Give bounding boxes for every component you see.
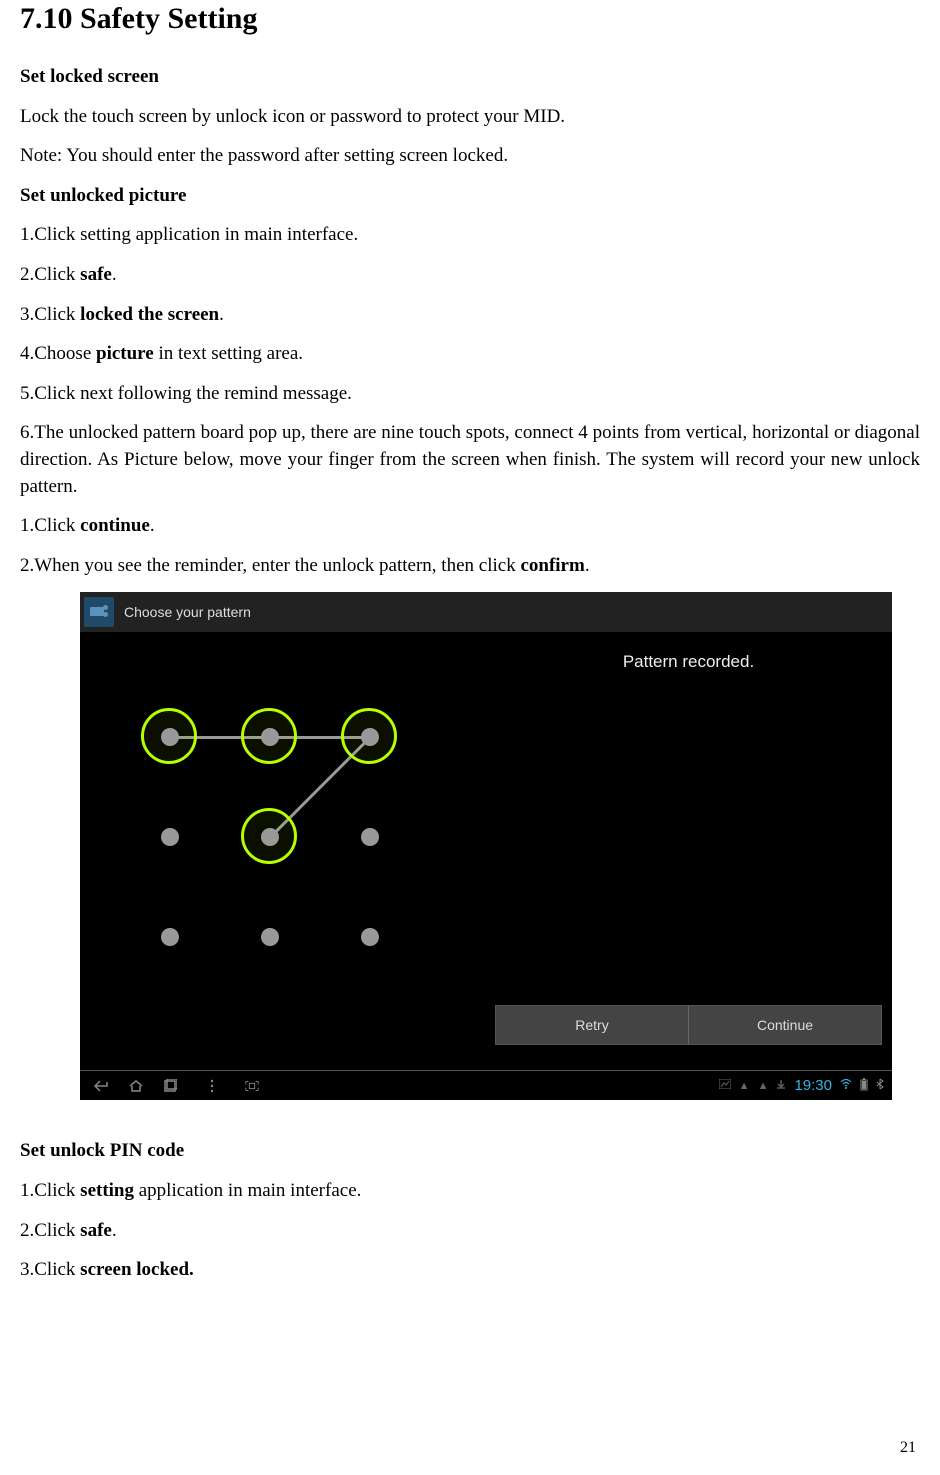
sup-step5: 5.Click next following the remind messag…	[20, 381, 920, 408]
sup-step1: 1.Click setting application in main inte…	[20, 222, 920, 249]
sup-cont1-post: .	[150, 515, 155, 536]
wifi-icon	[840, 1079, 852, 1092]
battery-icon	[860, 1078, 868, 1094]
status-time: 19:30	[794, 1077, 832, 1094]
sup-step2-post: .	[112, 264, 117, 285]
screenshot-body: Pattern recorded. Retry Continue	[80, 632, 892, 1075]
pattern-dot-2-0	[161, 928, 179, 946]
sup-step2-pre: 2.Click	[20, 264, 80, 285]
back-icon[interactable]	[94, 1078, 110, 1094]
download-icon	[776, 1079, 786, 1092]
sup-step6: 6.The unlocked pattern board pop up, the…	[20, 420, 920, 500]
recent-apps-icon[interactable]	[162, 1078, 178, 1094]
sup-cont2-bold: confirm	[520, 555, 584, 576]
pattern-dot-1-2	[361, 828, 379, 846]
android-navbar: ▲ ▲ 19:30	[80, 1070, 892, 1100]
pin-step3-bold: screen locked.	[80, 1259, 194, 1280]
section-title: 7.10 Safety Setting	[20, 2, 920, 36]
sup-cont1: 1.Click continue.	[20, 513, 920, 540]
pin-step3: 3.Click screen locked.	[20, 1257, 920, 1284]
sup-cont2: 2.When you see the reminder, enter the u…	[20, 553, 920, 580]
set-locked-p1: Lock the touch screen by unlock icon or …	[20, 104, 920, 131]
set-unlocked-picture-heading: Set unlocked picture	[20, 183, 920, 210]
sup-step4-bold: picture	[96, 343, 154, 364]
pattern-dot-1-0	[161, 828, 179, 846]
sup-cont2-post: .	[585, 555, 590, 576]
sup-step3-bold: locked the screen	[80, 304, 219, 325]
sup-step3: 3.Click locked the screen.	[20, 302, 920, 329]
sup-step3-pre: 3.Click	[20, 304, 80, 325]
sup-step2-bold: safe	[80, 264, 112, 285]
sup-cont2-pre: 2.When you see the reminder, enter the u…	[20, 555, 520, 576]
pin-step2-bold: safe	[80, 1220, 112, 1241]
set-pin-heading: Set unlock PIN code	[20, 1138, 920, 1165]
screenshot-header-title: Choose your pattern	[124, 604, 251, 620]
menu-icon[interactable]	[204, 1078, 220, 1094]
bluetooth-icon	[876, 1078, 884, 1093]
image-status-icon	[719, 1079, 731, 1092]
pattern-panel	[80, 632, 485, 1075]
pattern-dot-2-2	[361, 928, 379, 946]
sup-cont1-pre: 1.Click	[20, 515, 80, 536]
screenshot-icon[interactable]	[244, 1078, 260, 1094]
pin-step1: 1.Click setting application in main inte…	[20, 1178, 920, 1205]
pattern-recorded-label: Pattern recorded.	[623, 652, 754, 672]
set-locked-p2: Note: You should enter the password afte…	[20, 143, 920, 170]
sup-step2: 2.Click safe.	[20, 262, 920, 289]
retry-button[interactable]: Retry	[496, 1006, 689, 1044]
pin-step2-pre: 2.Click	[20, 1220, 80, 1241]
warning-icon: ▲	[739, 1080, 750, 1092]
continue-button[interactable]: Continue	[689, 1006, 881, 1044]
sup-cont1-bold: continue	[80, 515, 150, 536]
pattern-grid	[150, 717, 410, 977]
settings-app-icon	[84, 597, 114, 627]
sup-step4: 4.Choose picture in text setting area.	[20, 341, 920, 368]
sup-step3-post: .	[219, 304, 224, 325]
android-pattern-screenshot: Choose your pattern	[80, 592, 892, 1100]
pin-step2: 2.Click safe.	[20, 1218, 920, 1245]
warning-icon-2: ▲	[758, 1080, 769, 1092]
pin-step3-pre: 3.Click	[20, 1259, 80, 1280]
pin-step1-pre: 1.Click	[20, 1180, 80, 1201]
sup-step4-post: in text setting area.	[154, 343, 303, 364]
pattern-right-panel: Pattern recorded. Retry Continue	[485, 632, 892, 1075]
pin-step2-post: .	[112, 1220, 117, 1241]
sup-step4-pre: 4.Choose	[20, 343, 96, 364]
page-number: 21	[900, 1439, 916, 1457]
pin-step1-post: application in main interface.	[134, 1180, 361, 1201]
pattern-dot-2-1	[261, 928, 279, 946]
pin-step1-bold: setting	[80, 1180, 134, 1201]
home-icon[interactable]	[128, 1078, 144, 1094]
screenshot-header: Choose your pattern	[80, 592, 892, 632]
set-locked-heading: Set locked screen	[20, 64, 920, 91]
pattern-button-bar: Retry Continue	[495, 1005, 882, 1045]
